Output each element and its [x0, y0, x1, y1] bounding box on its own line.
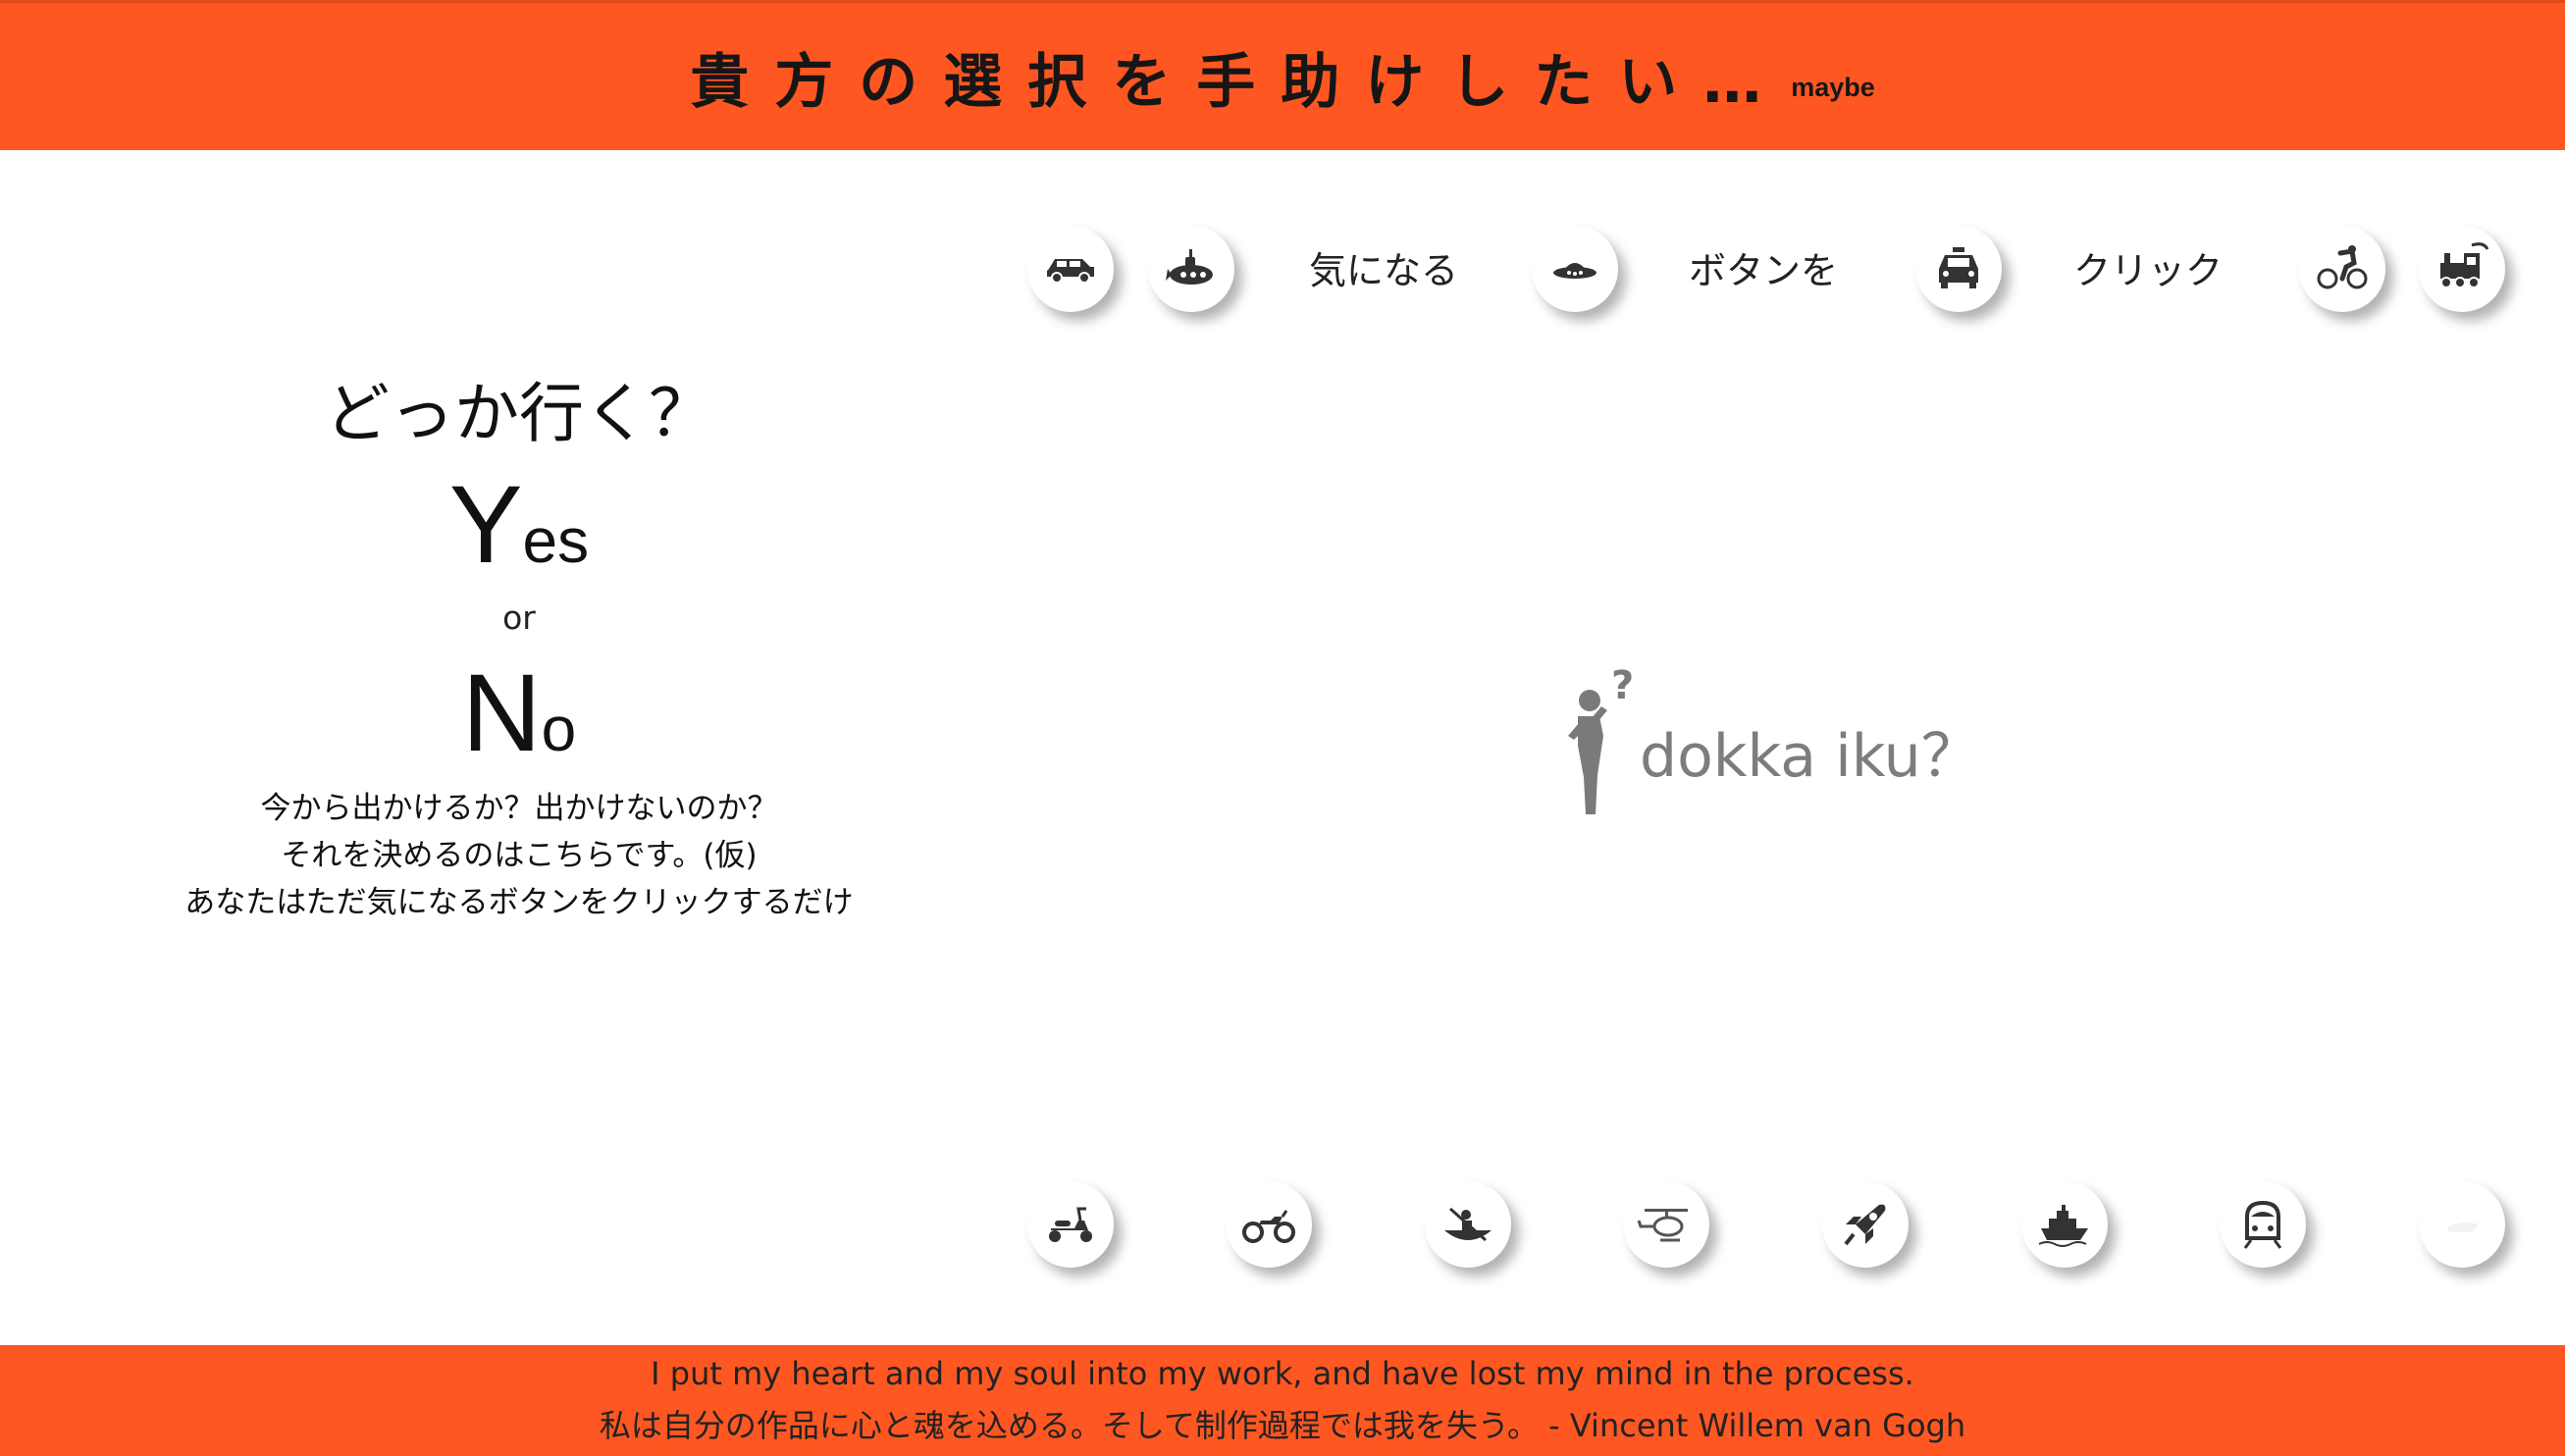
center-prompt: ? dokka iku？	[1550, 667, 1992, 824]
rocket-icon	[1844, 1204, 1886, 1246]
canoe-button[interactable]	[1425, 1181, 1511, 1268]
quote-japanese: 私は自分の作品に心と魂を込める。そして制作過程では我を失う。 - Vincent…	[599, 1407, 1966, 1444]
yes-big-letter: Y	[448, 463, 523, 586]
title-suffix: maybe	[1791, 72, 1875, 102]
taxi-button[interactable]	[1915, 226, 2002, 312]
yes-small-letters: es	[522, 505, 590, 576]
scooter-icon	[1049, 1207, 1092, 1242]
rocket-button[interactable]	[1822, 1181, 1909, 1268]
svg-text:?: ?	[1611, 667, 1634, 708]
train-button[interactable]	[2419, 226, 2505, 312]
center-question: dokka iku？	[1640, 722, 1980, 791]
footer-bar: I put my heart and my soul into my work,…	[0, 1345, 2565, 1456]
ufo-icon	[1553, 263, 1597, 279]
bullet-train-icon	[2243, 1200, 2282, 1249]
bullet-train-button[interactable]	[2220, 1181, 2306, 1268]
motorcycle-button[interactable]	[1226, 1181, 1312, 1268]
or-label: or	[502, 598, 536, 637]
faded-icon	[2446, 1222, 2478, 1232]
description-line: それを決めるのはこちらです。(仮)	[281, 838, 758, 873]
submarine-button[interactable]	[1148, 226, 1234, 312]
description-line: あなたはただ気になるボタンをクリックするだけ	[184, 885, 854, 920]
quote-english: I put my heart and my soul into my work,…	[651, 1355, 1914, 1392]
no-big-letter: N	[461, 651, 542, 774]
ship-icon	[2038, 1205, 2088, 1247]
cyclist-icon	[2317, 245, 2368, 289]
hint-word: クリック	[2073, 249, 2224, 292]
suv-icon	[1047, 259, 1094, 284]
description: 今から出かけるか？出かけないのか？ それを決めるのはこちらです。(仮) あなたは…	[0, 785, 1038, 926]
canoe-icon	[1444, 1207, 1492, 1242]
ship-button[interactable]	[2021, 1181, 2108, 1268]
submarine-icon	[1166, 249, 1213, 285]
intro-panel: どっか行く？ Yes or No 今から出かけるか？出かけないのか？ それを決め…	[0, 0, 1038, 1345]
helicopter-button[interactable]	[1623, 1181, 1709, 1268]
thinking-person-icon: ?	[1568, 667, 1634, 814]
description-line: 今から出かけるか？出かけないのか？	[260, 791, 778, 826]
faded-button[interactable]	[2419, 1181, 2505, 1268]
taxi-icon	[1939, 247, 1978, 288]
no-small-letters: o	[541, 694, 577, 764]
question-heading: どっか行く？	[325, 376, 713, 451]
scooter-button[interactable]	[1027, 1181, 1114, 1268]
cyclist-button[interactable]	[2299, 226, 2385, 312]
hint-word: ボタンを	[1689, 249, 1839, 292]
suv-button[interactable]	[1027, 226, 1114, 312]
motorcycle-icon	[1242, 1210, 1295, 1243]
ufo-button[interactable]	[1532, 226, 1618, 312]
no-label: No	[0, 650, 1038, 776]
yes-label: Yes	[0, 461, 1038, 588]
train-icon	[2440, 242, 2489, 288]
helicopter-icon	[1637, 1209, 1688, 1242]
hint-word: 気になる	[1309, 249, 1459, 292]
